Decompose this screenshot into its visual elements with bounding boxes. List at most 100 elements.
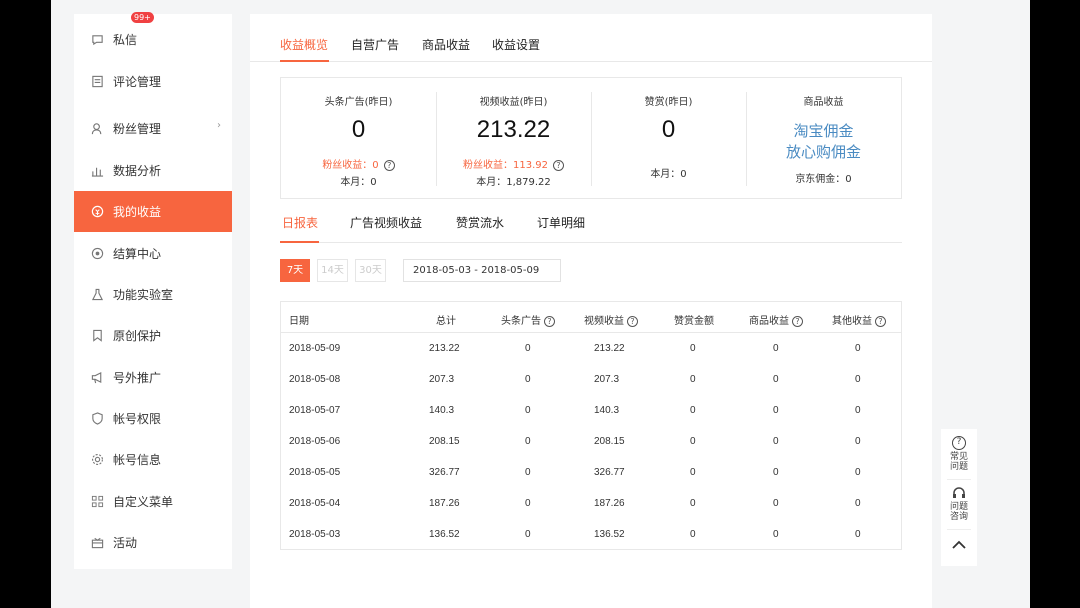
col-goods: 商品收益? <box>749 312 803 327</box>
table-cell: 0 <box>525 374 531 385</box>
range-7d-button[interactable]: 7天 <box>280 259 310 282</box>
sidebar-item-permissions[interactable]: 帐号权限 <box>74 398 232 439</box>
megaphone-icon <box>91 371 102 384</box>
consult-button[interactable]: 问题咨询 <box>941 486 977 522</box>
income-icon <box>91 205 104 218</box>
col-other: 其他收益? <box>832 312 886 327</box>
tab-self-ads[interactable]: 自营广告 <box>351 36 399 53</box>
table-cell: 2018-05-05 <box>289 467 341 478</box>
table-cell: 0 <box>773 498 779 509</box>
sidebar-item-label: 号外推广 <box>113 371 162 385</box>
back-to-top-button[interactable] <box>941 539 977 551</box>
sidebar-item-lab[interactable]: 功能实验室 <box>74 274 232 315</box>
table-cell: 2018-05-06 <box>289 436 341 447</box>
range-14d-button[interactable]: 14天 <box>317 259 348 282</box>
faq-button[interactable]: ? 常见问题 <box>941 436 977 472</box>
divider <box>947 529 971 530</box>
floating-help: ? 常见问题 问题咨询 <box>941 429 977 566</box>
table-cell: 187.26 <box>429 498 460 509</box>
month-income: 本月：0 <box>650 169 687 180</box>
help-icon[interactable]: ? <box>792 315 803 327</box>
fangxingou-commission-link[interactable]: 放心购佣金 <box>746 141 901 162</box>
shield-icon <box>92 412 103 425</box>
table-row: 2018-05-08 207.3 0 207.3 0 0 0 <box>281 365 901 396</box>
table-cell: 0 <box>690 405 696 416</box>
fans-income: 粉丝收益：0? <box>281 156 436 171</box>
tab-order-details[interactable]: 订单明细 <box>537 214 585 231</box>
table-row: 2018-05-07 140.3 0 140.3 0 0 0 <box>281 396 901 427</box>
table-cell: 0 <box>855 467 861 478</box>
sidebar-item-label: 帐号权限 <box>113 412 162 426</box>
tab-income-settings[interactable]: 收益设置 <box>492 36 540 53</box>
range-30d-button[interactable]: 30天 <box>355 259 386 282</box>
sidebar-item-custom-menu[interactable]: 自定义菜单 <box>74 481 232 522</box>
help-icon[interactable]: ? <box>875 315 886 327</box>
help-icon[interactable]: ? <box>383 159 395 171</box>
taobao-commission-link[interactable]: 淘宝佣金 <box>746 120 901 141</box>
active-subtab-indicator <box>280 241 319 243</box>
sidebar-item-original[interactable]: 原创保护 <box>74 315 232 356</box>
sidebar: 私信 99+ 评论管理 粉丝管理 › 数据分析 我的收益 结算中心 功能实验室 <box>74 12 232 569</box>
table-cell: 2018-05-08 <box>289 374 341 385</box>
table-row: 2018-05-03 136.52 0 136.52 0 0 0 <box>281 520 901 551</box>
bookmark-icon <box>93 329 102 342</box>
table-row: 2018-05-06 208.15 0 208.15 0 0 0 <box>281 427 901 458</box>
sidebar-item-label: 评论管理 <box>113 75 162 89</box>
card-goods: 商品收益 淘宝佣金 放心购佣金 京东佣金：0 <box>746 78 901 198</box>
sidebar-item-fans[interactable]: 粉丝管理 › <box>74 108 232 149</box>
tab-ad-video-income[interactable]: 广告视频收益 <box>350 214 422 231</box>
bar-chart-icon <box>91 167 104 177</box>
tab-income-overview[interactable]: 收益概览 <box>280 36 328 53</box>
card-value: 213.22 <box>476 116 551 143</box>
sidebar-item-label: 帐号信息 <box>113 453 162 467</box>
help-icon[interactable]: ? <box>553 159 564 171</box>
top-tabs: 收益概览 自营广告 商品收益 收益设置 <box>250 14 932 62</box>
table-cell: 0 <box>525 343 531 354</box>
sidebar-item-messages[interactable]: 私信 99+ <box>74 12 232 60</box>
sidebar-item-settlement[interactable]: 结算中心 <box>74 233 232 274</box>
page: 私信 99+ 评论管理 粉丝管理 › 数据分析 我的收益 结算中心 功能实验室 <box>51 0 1030 608</box>
grid-icon <box>91 495 104 508</box>
sidebar-item-activity[interactable]: 活动 <box>74 522 232 563</box>
table-cell: 0 <box>690 343 696 354</box>
table-cell: 0 <box>525 467 531 478</box>
tab-goods-income[interactable]: 商品收益 <box>422 36 470 53</box>
sidebar-item-analytics[interactable]: 数据分析 <box>74 150 232 191</box>
sidebar-item-promotion[interactable]: 号外推广 <box>74 357 232 398</box>
help-icon[interactable]: ? <box>544 315 555 327</box>
sidebar-item-income[interactable]: 我的收益 <box>74 191 232 232</box>
table-header: 日期 总计 头条广告? 视频收益? 赞赏金额 商品收益? 其他收益? <box>281 302 901 333</box>
table-cell: 0 <box>690 374 696 385</box>
table-cell: 213.22 <box>429 343 460 354</box>
help-icon[interactable]: ? <box>627 315 638 327</box>
table-cell: 0 <box>690 529 696 540</box>
card-title: 视频收益(昨日) <box>479 97 548 108</box>
table-cell: 2018-05-07 <box>289 405 341 416</box>
table-cell: 140.3 <box>429 405 455 416</box>
sidebar-item-comments[interactable]: 评论管理 <box>74 61 232 102</box>
col-video: 视频收益? <box>584 312 638 327</box>
jd-commission: 京东佣金：0 <box>795 174 852 185</box>
tab-daily-report[interactable]: 日报表 <box>282 214 318 231</box>
card-ads: 头条广告(昨日) 0 粉丝收益：0? 本月：0 <box>281 78 436 198</box>
table-cell: 0 <box>525 436 531 447</box>
table-cell: 0 <box>855 374 861 385</box>
table-cell: 0 <box>855 498 861 509</box>
tab-reward-flow[interactable]: 赞赏流水 <box>456 214 504 231</box>
table-cell: 207.3 <box>429 374 455 385</box>
table-cell: 0 <box>525 405 531 416</box>
date-range-picker[interactable]: 2018-05-03 - 2018-05-09 <box>403 259 561 282</box>
table-cell: 0 <box>773 405 779 416</box>
chevron-up-icon <box>952 540 966 549</box>
table-cell: 2018-05-03 <box>289 529 341 540</box>
divider <box>947 479 971 480</box>
sidebar-item-account-info[interactable]: 帐号信息 <box>74 439 232 480</box>
table-cell: 0 <box>855 343 861 354</box>
active-tab-indicator <box>280 60 329 62</box>
comment-icon <box>92 75 103 88</box>
table-cell: 0 <box>690 498 696 509</box>
table-cell: 0 <box>525 529 531 540</box>
table-cell: 326.77 <box>429 467 460 478</box>
message-icon <box>92 35 103 46</box>
sidebar-item-label: 功能实验室 <box>113 288 174 302</box>
